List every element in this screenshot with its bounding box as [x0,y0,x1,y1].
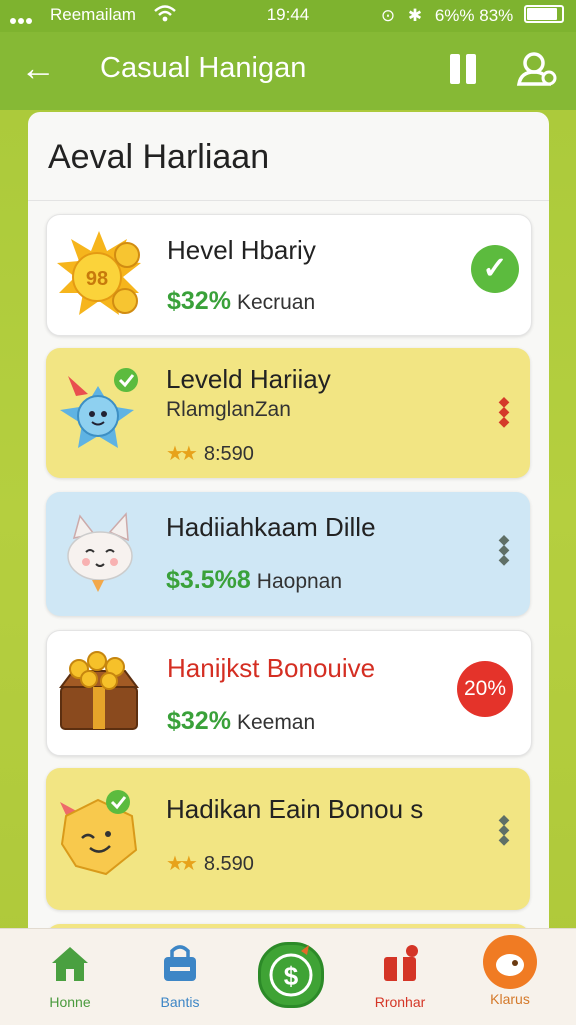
svg-text:98: 98 [86,268,108,290]
item-amount: $32% [167,287,231,315]
chevron-down-icon[interactable]: ◆ ◆ ◆ [494,812,514,846]
item-sub: RlamglanZan [166,398,291,421]
item-amount: $32% [167,707,231,735]
nav-home[interactable]: Honne [20,937,120,1010]
star-creature-icon [60,368,138,448]
app-bar: ← Casual Hanigan [0,32,576,110]
back-arrow-icon[interactable]: ← [20,48,56,88]
bonus-panel: Aeval Harliaan 98 Hevel Hbariy $32% Kecru… [28,112,549,972]
item-name: Hadikan Eain Bonou s [166,794,424,824]
user-icon[interactable] [516,48,558,90]
item-number: 8.590 [203,853,254,875]
item-desc: Keeman [236,711,316,734]
divider [28,200,549,201]
svg-text:$: $ [284,961,299,991]
nav-promo[interactable]: Rronhar [350,937,450,1010]
bluetooth-icon: ✱ [407,6,423,25]
nav-label: Rronhar [374,994,426,1010]
item-name: Hevel Hbariy [167,235,316,265]
check-icon: ✓ [471,245,519,293]
cat-icon [67,512,133,592]
discount-badge: 20% [457,661,513,717]
stars-icon: ★★ [166,853,198,875]
list-item[interactable]: Hanijkst Bonouive $32% Keeman 20% [46,630,532,756]
alarm-icon: ⊙ [380,6,396,25]
item-desc: Kecruan [236,291,316,314]
gift-icon [384,945,418,981]
dollar-badge-icon[interactable]: $ [258,942,324,1008]
nav-label: Bantis [160,994,200,1010]
list-item[interactable]: Hadiiahkaam Dille $3.5%8 Haopnan ◆ ◆ ◆ [46,492,530,616]
stars-icon: ★★ [166,443,198,465]
treasure-chest-icon [59,651,139,730]
list-item[interactable]: 98 Hevel Hbariy $32% Kecruan ✓ [46,214,532,336]
item-name: Hadiiahkaam Dille [166,512,376,542]
item-number: 8:590 [203,443,254,465]
panel-title: Aeval Harliaan [48,138,270,176]
item-desc: Haopnan [256,570,343,593]
item-amount: $3.5%8 [166,566,251,594]
nav-label: Honne [49,994,91,1010]
list-item[interactable]: Hadikan Eain Bonou s ★★ 8.590 ◆ ◆ ◆ [46,768,530,910]
list-item[interactable]: Leveld Hariiay RlamglanZan ★★ 8:590 ◆ ◆ ◆ [46,348,530,478]
item-name: Hanijkst Bonouive [167,653,376,683]
chevron-down-icon[interactable]: ◆ ◆ ◆ [494,532,514,566]
nav-label: Klarus [490,991,530,1007]
nav-profile[interactable]: Klarus [460,935,560,1007]
battery-icon [524,5,564,23]
home-icon [52,947,88,981]
status-bar: Reemailam 19:44 ⊙ ✱ 6%% 83% [0,0,576,32]
bag-icon [164,945,196,981]
pause-icon[interactable] [450,54,478,84]
nav-bonus[interactable]: Bantis [130,937,230,1010]
orange-face-icon [483,935,537,989]
smiley-badge-icon [60,790,138,876]
chevron-down-icon[interactable]: ◆ ◆ ◆ [494,394,514,428]
item-name: Leveld Hariiay [166,364,331,394]
sun-coin-icon: 98 [57,231,141,315]
battery-text: 6%% 83% [434,6,514,25]
app-title: Casual Hanigan [100,52,307,84]
